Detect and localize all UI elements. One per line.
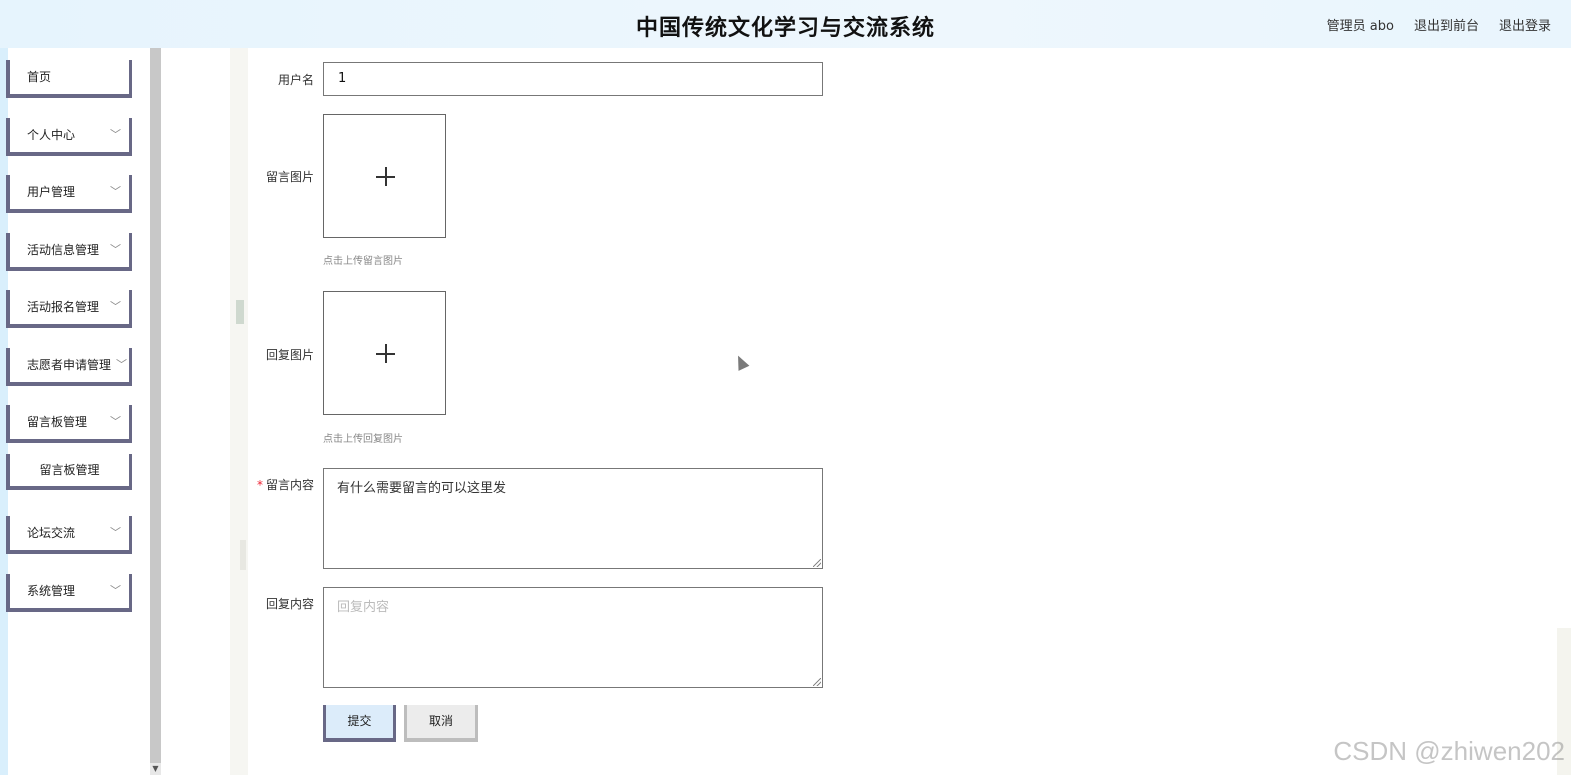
chevron-down-icon: ﹀	[110, 526, 121, 539]
message-content-value: 有什么需要留言的可以这里发	[337, 481, 507, 496]
sidebar-item-label: 留言板管理	[27, 415, 88, 429]
current-user[interactable]: 管理员 abo	[1327, 15, 1394, 34]
scroll-down-icon[interactable]: ▼	[150, 763, 161, 775]
message-content-textarea[interactable]: 有什么需要留言的可以这里发	[323, 468, 823, 569]
reply-image-label: 回复图片	[265, 348, 314, 362]
username-label: 用户名	[277, 73, 314, 87]
sidebar-item-activity-signup[interactable]: 活动报名管理 ﹀	[6, 290, 132, 328]
username-field[interactable]: 1	[323, 62, 823, 96]
reply-image-uploader[interactable]	[323, 291, 446, 415]
sidebar-item-home[interactable]: 首页	[6, 60, 132, 98]
chevron-down-icon: ﹀	[110, 300, 121, 313]
chevron-down-icon: ﹀	[110, 415, 121, 428]
plus-icon-stem	[385, 344, 387, 363]
reply-content-placeholder: 回复内容	[337, 600, 390, 615]
resize-handle-icon[interactable]	[813, 559, 821, 567]
sidebar-item-message-board[interactable]: 留言板管理 ﹀	[6, 405, 132, 443]
plus-icon-stem	[385, 167, 387, 186]
background-decoration	[236, 300, 244, 324]
message-content-label-text: 留言内容	[265, 478, 314, 492]
top-nav: 管理员 abo 退出到前台 退出登录	[1327, 15, 1551, 34]
message-image-hint: 点击上传留言图片	[323, 256, 403, 267]
sidebar-item-activity-info[interactable]: 活动信息管理 ﹀	[6, 233, 132, 271]
sidebar-item-label: 志愿者申请管理	[27, 358, 112, 372]
sidebar-item-volunteer[interactable]: 志愿者申请管理 ﹀	[6, 348, 132, 386]
top-header: 中国传统文化学习与交流系统 管理员 abo 退出到前台 退出登录	[0, 0, 1571, 48]
cancel-button[interactable]: 取消	[404, 705, 478, 742]
sidebar-item-label: 系统管理	[27, 584, 76, 598]
reply-image-hint: 点击上传回复图片	[323, 434, 403, 445]
sidebar-subitem-label: 留言板管理	[39, 463, 100, 477]
message-image-label: 留言图片	[265, 170, 314, 184]
chevron-down-icon: ﹀	[110, 185, 121, 198]
reply-content-textarea[interactable]: 回复内容	[323, 587, 823, 688]
submit-button[interactable]: 提交	[323, 705, 396, 742]
sidebar-item-forum[interactable]: 论坛交流 ﹀	[6, 516, 132, 554]
sidebar-item-label: 活动信息管理	[27, 243, 100, 257]
sidebar-item-label: 用户管理	[27, 185, 76, 199]
sidebar-item-label: 论坛交流	[27, 526, 76, 540]
sidebar-item-personal-center[interactable]: 个人中心 ﹀	[6, 118, 132, 156]
sidebar: 首页 个人中心 ﹀ 用户管理 ﹀ 活动信息管理 ﹀ 活动报名管理 ﹀ 志愿者申请…	[0, 48, 150, 775]
chevron-down-icon: ﹀	[110, 243, 121, 256]
sidebar-item-label: 活动报名管理	[27, 300, 100, 314]
resize-handle-icon[interactable]	[813, 678, 821, 686]
sidebar-item-user-management[interactable]: 用户管理 ﹀	[6, 175, 132, 213]
background-decoration	[240, 540, 246, 570]
watermark: CSDN @zhiwen202	[1333, 736, 1565, 766]
sidebar-item-system[interactable]: 系统管理 ﹀	[6, 574, 132, 612]
chevron-down-icon: ﹀	[116, 358, 127, 371]
sidebar-scrollbar[interactable]	[150, 48, 161, 775]
message-image-uploader[interactable]	[323, 114, 446, 238]
mouse-cursor-icon	[732, 353, 750, 371]
message-content-label: * 留言内容	[257, 476, 314, 493]
chevron-down-icon: ﹀	[110, 584, 121, 597]
back-to-front-link[interactable]: 退出到前台	[1414, 15, 1479, 34]
reply-content-label: 回复内容	[265, 597, 314, 611]
background-decoration	[230, 48, 248, 775]
required-mark: *	[256, 478, 263, 492]
sidebar-item-label: 个人中心	[27, 128, 76, 142]
chevron-down-icon: ﹀	[110, 128, 121, 141]
sidebar-subitem-message-board[interactable]: 留言板管理	[6, 454, 132, 490]
logout-link[interactable]: 退出登录	[1499, 15, 1551, 34]
sidebar-item-label: 首页	[27, 70, 52, 84]
